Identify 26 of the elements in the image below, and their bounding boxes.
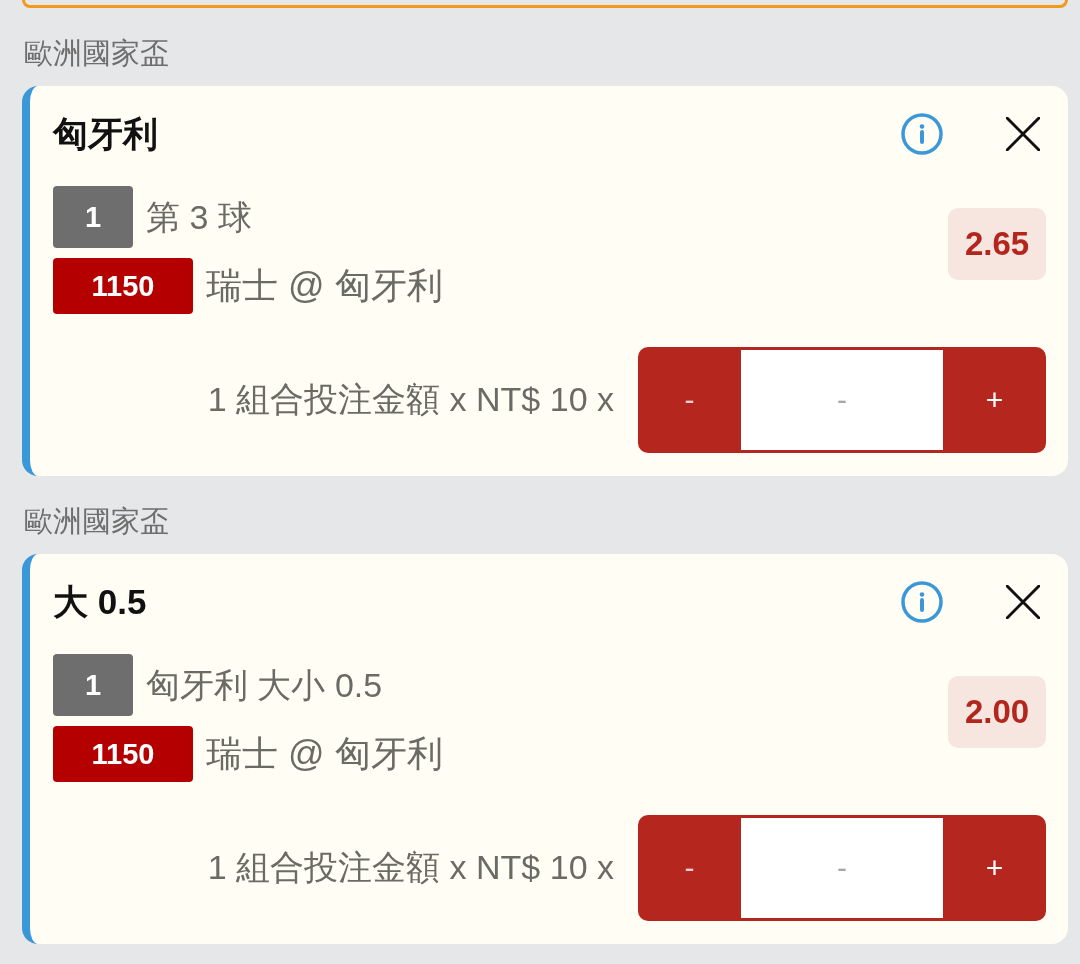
selection-title: 大 0.5	[53, 581, 147, 623]
info-icon[interactable]	[901, 113, 943, 155]
stake-label: 1 組合投注金額 x NT$ 10 x	[207, 379, 614, 420]
match-code-badge: 1150	[53, 258, 193, 314]
market-text: 匈牙利 大小 0.5	[146, 665, 383, 706]
stake-input[interactable]: -	[741, 347, 943, 453]
odds-value: 2.65	[948, 208, 1046, 280]
match-code-badge: 1150	[53, 726, 193, 782]
market-code-badge: 1	[53, 186, 133, 248]
minus-button[interactable]: -	[638, 347, 741, 453]
stake-input[interactable]: -	[741, 815, 943, 921]
market-text: 第 3 球	[146, 197, 252, 238]
info-icon[interactable]	[901, 581, 943, 623]
stake-label: 1 組合投注金額 x NT$ 10 x	[207, 847, 614, 888]
plus-button[interactable]: +	[943, 815, 1046, 921]
league-label: 歐洲國家盃	[23, 504, 169, 539]
match-text: 瑞士 @ 匈牙利	[206, 732, 443, 776]
minus-button[interactable]: -	[638, 815, 741, 921]
match-text: 瑞士 @ 匈牙利	[206, 264, 443, 308]
plus-button[interactable]: +	[943, 347, 1046, 453]
selection-title: 匈牙利	[53, 113, 158, 155]
close-icon[interactable]	[1006, 117, 1040, 151]
odds-value: 2.00	[948, 676, 1046, 748]
close-icon[interactable]	[1006, 585, 1040, 619]
league-label: 歐洲國家盃	[23, 36, 169, 71]
market-code-badge: 1	[53, 654, 133, 716]
